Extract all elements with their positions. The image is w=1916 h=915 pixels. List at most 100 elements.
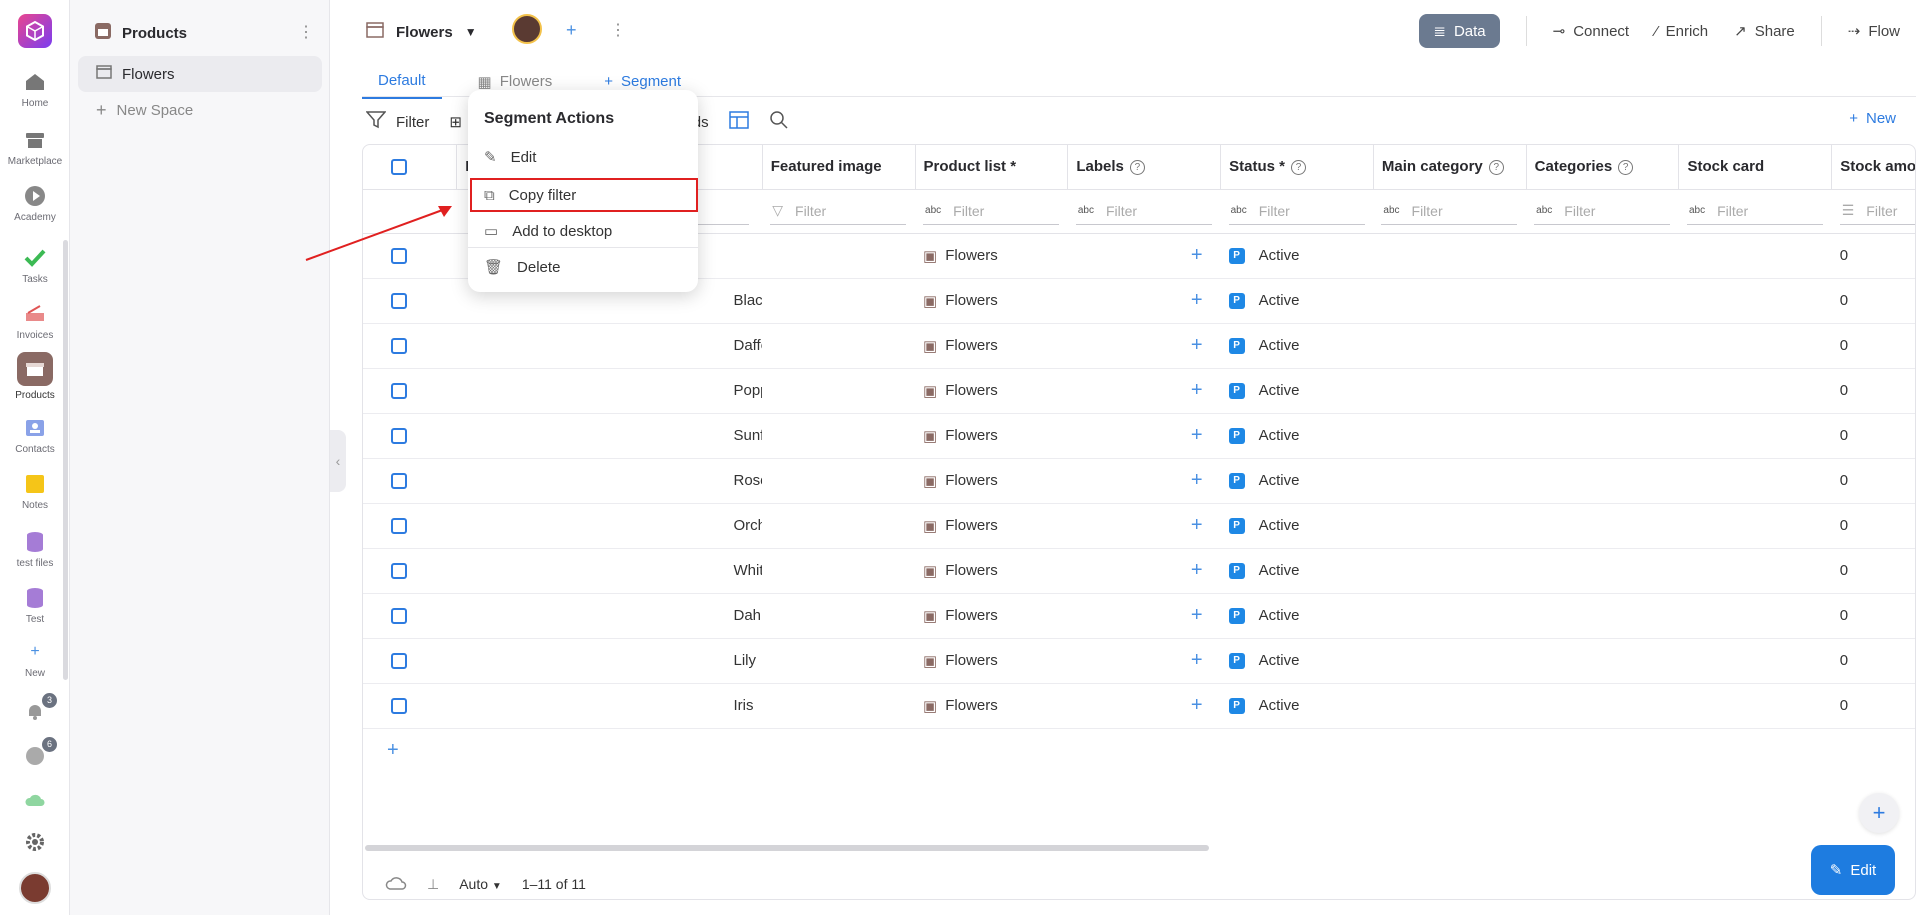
product-list-cell[interactable]: ▣ Flowers bbox=[915, 458, 1068, 504]
page-title-group[interactable]: Flowers ▼ bbox=[366, 22, 477, 42]
categories-cell[interactable] bbox=[1526, 503, 1679, 549]
row-checkbox[interactable] bbox=[391, 698, 407, 715]
column-header[interactable]: Product list * bbox=[915, 145, 1069, 190]
tab-default[interactable]: Default bbox=[362, 68, 442, 99]
rail-tasks[interactable]: Tasks bbox=[0, 246, 70, 285]
stock-amount-cell[interactable]: 0 bbox=[1831, 278, 1915, 324]
filter-input[interactable]: abc Filter bbox=[1534, 197, 1671, 225]
space-menu-icon[interactable]: ⋮ bbox=[298, 22, 314, 42]
add-label-button[interactable]: + bbox=[1067, 503, 1221, 549]
search-button[interactable] bbox=[769, 110, 789, 134]
pin-icon[interactable]: ⊥ bbox=[427, 876, 439, 893]
table-row[interactable]: Orchid ▣ Flowers + P Active 0 bbox=[363, 503, 1915, 549]
main-category-cell[interactable] bbox=[1373, 323, 1527, 369]
featured-image-cell[interactable] bbox=[762, 593, 916, 639]
add-label-button[interactable]: + bbox=[1067, 323, 1221, 369]
row-checkbox[interactable] bbox=[391, 428, 407, 445]
row-checkbox[interactable] bbox=[391, 518, 407, 535]
name-cell[interactable]: Sunflower bbox=[609, 413, 763, 459]
menu-item-copy-filter[interactable]: ⧉ Copy filter bbox=[484, 180, 684, 210]
rail-home[interactable]: Home bbox=[0, 70, 70, 109]
add-label-button[interactable]: + bbox=[1067, 278, 1221, 324]
status-cell[interactable]: P Active bbox=[1220, 638, 1374, 684]
categories-cell[interactable] bbox=[1526, 638, 1679, 684]
edit-button[interactable]: ✎ Edit bbox=[1811, 845, 1895, 895]
menu-item-edit[interactable]: ✎ Edit bbox=[484, 142, 684, 172]
filter-input[interactable]: abc Filter bbox=[923, 197, 1060, 225]
row-height-select[interactable]: Auto ▼ bbox=[459, 876, 502, 892]
column-header[interactable]: Categories? bbox=[1526, 145, 1680, 190]
main-category-cell[interactable] bbox=[1373, 458, 1527, 504]
name-cell[interactable]: Orchid bbox=[609, 503, 763, 549]
notifications-button[interactable]: 3 bbox=[0, 693, 70, 724]
featured-image-cell[interactable] bbox=[762, 368, 916, 414]
quick-add-button[interactable]: + bbox=[1859, 793, 1899, 833]
categories-cell[interactable] bbox=[1526, 683, 1679, 729]
featured-image-cell[interactable] bbox=[762, 458, 916, 504]
settings-button[interactable] bbox=[0, 830, 70, 854]
categories-cell[interactable] bbox=[1526, 323, 1679, 369]
main-category-cell[interactable] bbox=[1373, 413, 1527, 459]
menu-item-add-to-desktop[interactable]: ▭ Add to desktop bbox=[484, 216, 684, 246]
help-icon[interactable]: ? bbox=[1129, 159, 1145, 175]
layout-button[interactable] bbox=[728, 111, 749, 133]
filter-input[interactable]: abc Filter bbox=[1075, 197, 1212, 225]
table-row[interactable]: Rose ▣ Flowers + P Active 0 bbox=[363, 458, 1915, 504]
table-row[interactable]: Iris ▣ Flowers + P Active 0 bbox=[363, 683, 1915, 729]
rail-new[interactable]: + New bbox=[0, 640, 70, 679]
main-category-cell[interactable] bbox=[1373, 593, 1527, 639]
featured-image-cell[interactable] bbox=[762, 413, 916, 459]
help-icon[interactable]: ? bbox=[1488, 159, 1504, 175]
status-cell[interactable]: P Active bbox=[1220, 593, 1374, 639]
featured-image-cell[interactable] bbox=[762, 638, 916, 684]
stock-amount-cell[interactable]: 0 bbox=[1831, 323, 1915, 369]
categories-cell[interactable] bbox=[1526, 368, 1679, 414]
row-checkbox[interactable] bbox=[391, 293, 407, 310]
stock-card-cell[interactable] bbox=[1678, 458, 1832, 504]
stock-amount-cell[interactable]: 0 bbox=[1831, 548, 1915, 594]
categories-cell[interactable] bbox=[1526, 278, 1679, 324]
filter-button[interactable]: Filter bbox=[365, 111, 429, 133]
status-cell[interactable]: P Active bbox=[1220, 503, 1374, 549]
user-avatar[interactable] bbox=[0, 872, 70, 904]
more-icon[interactable]: ⋮ bbox=[610, 20, 626, 40]
name-cell[interactable]: Dahlias bbox=[609, 593, 763, 639]
main-category-cell[interactable] bbox=[1373, 638, 1527, 684]
cell[interactable] bbox=[456, 683, 610, 729]
stock-card-cell[interactable] bbox=[1678, 638, 1832, 684]
cell[interactable] bbox=[456, 638, 610, 684]
categories-cell[interactable] bbox=[1526, 458, 1679, 504]
row-checkbox[interactable] bbox=[391, 608, 407, 625]
stock-card-cell[interactable] bbox=[1678, 323, 1832, 369]
cell[interactable] bbox=[456, 458, 610, 504]
cell[interactable] bbox=[456, 368, 610, 414]
stock-card-cell[interactable] bbox=[1678, 413, 1832, 459]
table-row[interactable]: Dahlias ▣ Flowers + P Active 0 bbox=[363, 593, 1915, 639]
featured-image-cell[interactable] bbox=[762, 233, 916, 279]
featured-image-cell[interactable] bbox=[762, 503, 916, 549]
new-record-button[interactable]: + New bbox=[1849, 110, 1896, 127]
column-header[interactable]: Featured image bbox=[762, 145, 916, 190]
product-list-cell[interactable]: ▣ Flowers bbox=[915, 323, 1068, 369]
product-list-cell[interactable]: ▣ Flowers bbox=[915, 503, 1068, 549]
product-list-cell[interactable]: ▣ Flowers bbox=[915, 638, 1068, 684]
rail-academy[interactable]: Academy bbox=[0, 184, 70, 223]
data-button[interactable]: ≣ Data bbox=[1419, 14, 1500, 48]
name-cell[interactable]: Lily bbox=[609, 638, 763, 684]
column-header[interactable]: Main category? bbox=[1373, 145, 1527, 190]
horizontal-scrollbar[interactable] bbox=[365, 845, 1209, 851]
cell[interactable] bbox=[456, 548, 610, 594]
rail-test[interactable]: Test bbox=[0, 586, 70, 625]
status-cell[interactable]: P Active bbox=[1220, 413, 1374, 459]
main-category-cell[interactable] bbox=[1373, 683, 1527, 729]
main-category-cell[interactable] bbox=[1373, 233, 1527, 279]
stock-amount-cell[interactable]: 0 bbox=[1831, 683, 1915, 729]
cell[interactable] bbox=[456, 593, 610, 639]
connect-button[interactable]: ⊸ Connect bbox=[1553, 22, 1629, 41]
featured-image-cell[interactable] bbox=[762, 278, 916, 324]
product-list-cell[interactable]: ▣ Flowers bbox=[915, 278, 1068, 324]
cell[interactable] bbox=[456, 503, 610, 549]
owner-avatar[interactable] bbox=[512, 14, 542, 44]
status-cell[interactable]: P Active bbox=[1220, 233, 1374, 279]
help-button[interactable]: 6 bbox=[0, 737, 70, 768]
